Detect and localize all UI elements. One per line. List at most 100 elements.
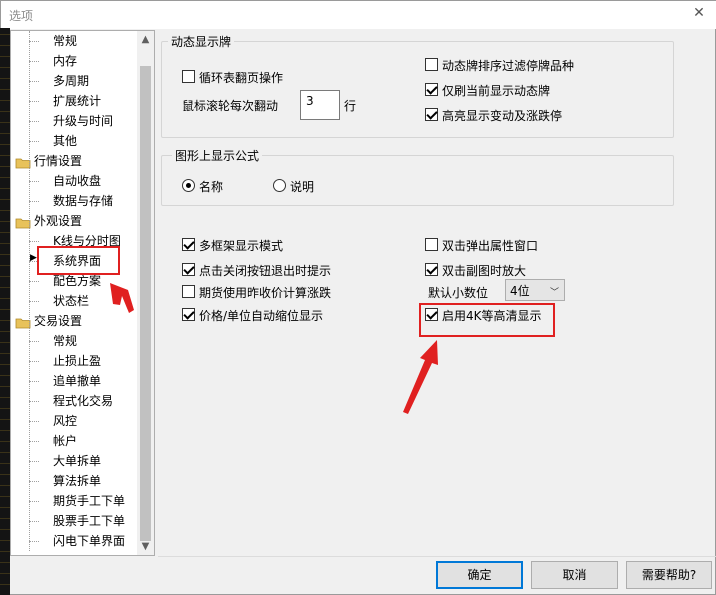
tree-item-label: 帐户 bbox=[53, 434, 78, 448]
tree-item-label: 内存 bbox=[53, 54, 78, 68]
tree-item[interactable]: 其他 bbox=[11, 131, 138, 151]
tree-connector bbox=[29, 281, 39, 282]
dblclick-zoom-label: 双击副图时放大 bbox=[442, 264, 527, 278]
refresh-current-checkbox[interactable] bbox=[425, 83, 438, 96]
tree-item[interactable]: 算法拆单 bbox=[11, 471, 138, 491]
tree-item-label: 扩展统计 bbox=[53, 94, 102, 108]
tree-item[interactable]: 数据与存储 bbox=[11, 191, 138, 211]
tree-connector bbox=[29, 181, 39, 182]
tree-connector bbox=[29, 501, 39, 502]
tree-item[interactable]: 常规 bbox=[11, 331, 138, 351]
multi-frame-label: 多框架显示模式 bbox=[199, 239, 284, 253]
price-unit-shrink-checkbox[interactable] bbox=[182, 308, 195, 321]
close-exit-prompt-checkbox[interactable] bbox=[182, 263, 195, 276]
tree-connector bbox=[29, 341, 39, 342]
tree-item-label: 其他 bbox=[53, 134, 78, 148]
help-button[interactable]: 需要帮助? bbox=[626, 561, 712, 589]
dblclick-popup-label: 双击弹出属性窗口 bbox=[442, 239, 539, 253]
tree-item-label: 常规 bbox=[53, 334, 78, 348]
tree-connector bbox=[29, 381, 39, 382]
tree-item-label: 状态栏 bbox=[53, 294, 90, 308]
futures-prev-close-checkbox[interactable] bbox=[182, 285, 195, 298]
decimals-value: 4位 bbox=[510, 284, 530, 298]
tree-item-label: 数据与存储 bbox=[53, 194, 114, 208]
decimals-select[interactable]: 4位 ﹀ bbox=[505, 279, 565, 301]
tree-connector bbox=[29, 421, 39, 422]
scroll-thumb[interactable] bbox=[140, 66, 151, 541]
description-radio[interactable] bbox=[273, 179, 286, 192]
loop-page-checkbox[interactable] bbox=[182, 70, 195, 83]
tree-item-label: 常规 bbox=[53, 34, 78, 48]
tree-item[interactable]: 闪电下单界面 bbox=[11, 531, 138, 551]
tree-connector bbox=[29, 481, 39, 482]
tree-item[interactable]: 状态栏 bbox=[11, 291, 138, 311]
tree-item[interactable]: 大单拆单 bbox=[11, 451, 138, 471]
tree-connector bbox=[29, 401, 39, 402]
settings-tree: 常规 内存 多周期 扩展统计 升级与时间 其他 行情设置 自动收盘 数据与存储 外观设置 K线与分时… bbox=[10, 30, 155, 556]
tree-item-label: 算法拆单 bbox=[53, 474, 102, 488]
description-radio-label: 说明 bbox=[290, 180, 315, 194]
tree-item[interactable]: 追单撤单 bbox=[11, 371, 138, 391]
tree-item-label: 行情设置 bbox=[34, 154, 83, 168]
tree-expand-icon: ▶ bbox=[30, 253, 37, 263]
ticker-group-title: 动态显示牌 bbox=[168, 33, 235, 50]
tree-item[interactable]: 程式化交易 bbox=[11, 391, 138, 411]
chevron-down-icon: ﹀ bbox=[549, 288, 559, 298]
footer-divider bbox=[158, 556, 716, 557]
tree-connector bbox=[29, 201, 39, 202]
tree-group-item[interactable]: 外观设置 bbox=[11, 211, 138, 231]
multi-frame-checkbox[interactable] bbox=[182, 238, 195, 251]
name-radio[interactable] bbox=[182, 179, 195, 192]
scroll-up-icon[interactable]: ▲ bbox=[137, 31, 154, 48]
tree-item-label: 自动收盘 bbox=[53, 174, 102, 188]
filter-halt-checkbox[interactable] bbox=[425, 58, 438, 71]
dblclick-popup-checkbox[interactable] bbox=[425, 238, 438, 251]
tree-connector bbox=[29, 541, 39, 542]
background-chart-strip bbox=[0, 28, 10, 595]
tree-group-item[interactable]: 交易设置 bbox=[11, 311, 138, 331]
tree-item[interactable]: 自动收盘 bbox=[11, 171, 138, 191]
tree-connector bbox=[29, 41, 39, 42]
tree-item-label: 追单撤单 bbox=[53, 374, 102, 388]
price-unit-shrink-label: 价格/单位自动缩位显示 bbox=[199, 309, 324, 323]
futures-prev-close-label: 期货使用昨收价计算涨跌 bbox=[199, 286, 332, 300]
tree-connector bbox=[29, 101, 39, 102]
dblclick-zoom-checkbox[interactable] bbox=[425, 263, 438, 276]
tree-item[interactable]: 风控 bbox=[11, 411, 138, 431]
tree-item[interactable]: 扩展统计 bbox=[11, 91, 138, 111]
name-radio-label: 名称 bbox=[199, 180, 224, 194]
tree-item[interactable]: 帐户 bbox=[11, 431, 138, 451]
ok-button[interactable]: 确定 bbox=[436, 561, 523, 589]
tree-vertical-connector bbox=[29, 31, 30, 551]
decimals-label: 默认小数位 bbox=[428, 286, 489, 300]
scroll-lines-input[interactable]: 3 bbox=[300, 90, 340, 120]
tree-list: 常规 内存 多周期 扩展统计 升级与时间 其他 行情设置 自动收盘 数据与存储 外观设置 K线与分时… bbox=[11, 31, 138, 555]
highlight-change-label: 高亮显示变动及涨跌停 bbox=[442, 109, 563, 123]
tree-item[interactable]: 止损止盈 bbox=[11, 351, 138, 371]
close-icon[interactable]: ✕ bbox=[691, 5, 707, 21]
scroll-down-icon[interactable]: ▼ bbox=[137, 538, 154, 555]
tree-connector bbox=[29, 441, 39, 442]
tree-item-label: 大单拆单 bbox=[53, 454, 102, 468]
tree-item-label: 风控 bbox=[53, 414, 78, 428]
annotation-box-system-ui bbox=[37, 246, 120, 275]
title-bar: 选项 ✕ bbox=[1, 1, 716, 29]
tree-item-label: 交易设置 bbox=[34, 314, 83, 328]
tree-item[interactable]: 升级与时间 bbox=[11, 111, 138, 131]
tree-group-item[interactable]: 行情设置 bbox=[11, 151, 138, 171]
close-exit-prompt-label: 点击关闭按钮退出时提示 bbox=[199, 264, 332, 278]
tree-item[interactable]: 内存 bbox=[11, 51, 138, 71]
tree-connector bbox=[29, 461, 39, 462]
tree-item[interactable]: 期货手工下单 bbox=[11, 491, 138, 511]
tree-item[interactable]: 股票手工下单 bbox=[11, 511, 138, 531]
highlight-change-checkbox[interactable] bbox=[425, 108, 438, 121]
tree-item[interactable]: 常规 bbox=[11, 31, 138, 51]
tree-scrollbar[interactable]: ▲ ▼ bbox=[137, 31, 154, 555]
tree-connector bbox=[29, 521, 39, 522]
tree-item[interactable]: 多周期 bbox=[11, 71, 138, 91]
ticker-group: 动态显示牌 bbox=[161, 33, 674, 138]
cancel-button[interactable]: 取消 bbox=[531, 561, 618, 589]
formula-group-title: 图形上显示公式 bbox=[172, 147, 263, 164]
tree-connector bbox=[29, 361, 39, 362]
filter-halt-label: 动态牌排序过滤停牌品种 bbox=[442, 59, 575, 73]
